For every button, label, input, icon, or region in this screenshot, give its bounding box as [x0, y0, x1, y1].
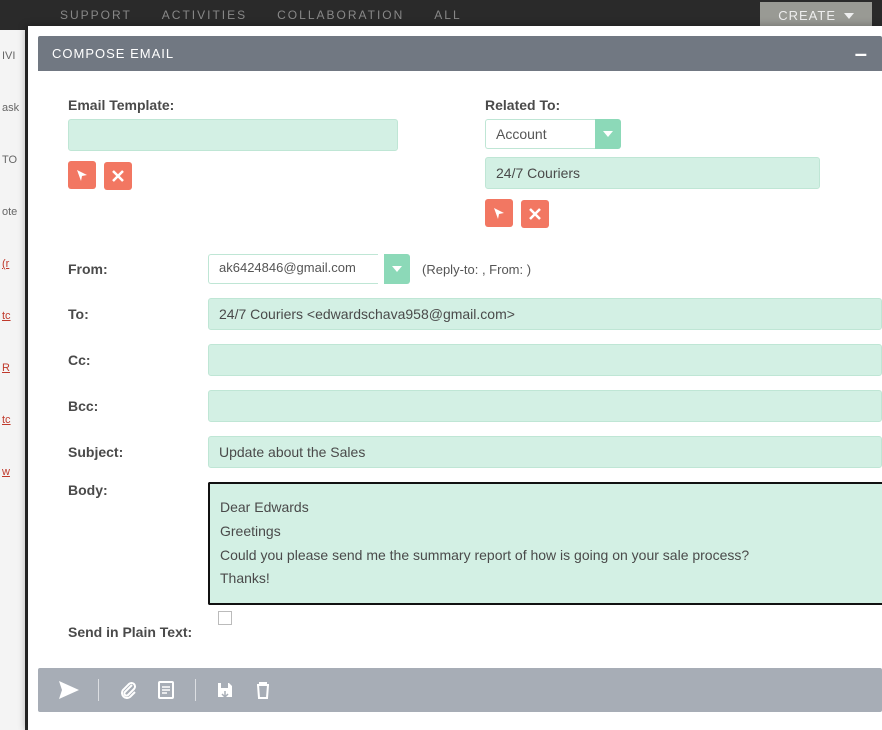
- side-frag: R: [0, 342, 25, 394]
- to-input[interactable]: 24/7 Couriers <edwardschava958@gmail.com…: [208, 298, 882, 330]
- bcc-input[interactable]: [208, 390, 882, 422]
- select-template-button[interactable]: [68, 161, 96, 189]
- reply-from-hint: (Reply-to: , From: ): [422, 262, 531, 277]
- cc-label: Cc:: [68, 352, 208, 368]
- modal-content: Email Template:: [38, 71, 882, 668]
- bcc-label: Bcc:: [68, 398, 208, 414]
- nav-item: ALL: [434, 8, 461, 22]
- trash-icon: [255, 681, 271, 699]
- template-button[interactable]: [149, 674, 183, 706]
- related-type-select[interactable]: Account: [485, 119, 595, 149]
- side-frag: ote: [0, 186, 25, 238]
- nav-item: SUPPORT: [60, 8, 132, 22]
- separator: [195, 679, 196, 701]
- close-icon: [529, 208, 541, 220]
- cursor-icon: [492, 206, 506, 220]
- from-label: From:: [68, 261, 208, 277]
- cc-input[interactable]: [208, 344, 882, 376]
- create-label: CREATE: [778, 8, 836, 23]
- side-frag: (r: [0, 238, 25, 290]
- related-value-input[interactable]: 24/7 Couriers: [485, 157, 820, 189]
- nav-item: COLLABORATION: [277, 8, 404, 22]
- cursor-icon: [75, 168, 89, 182]
- modal-title: COMPOSE EMAIL: [52, 46, 174, 61]
- plaintext-checkbox[interactable]: [218, 611, 232, 625]
- create-button[interactable]: CREATE: [760, 2, 872, 29]
- email-template-label: Email Template:: [68, 97, 465, 113]
- attach-button[interactable]: [111, 674, 145, 706]
- related-to-label: Related To:: [485, 97, 882, 113]
- side-frag: w: [0, 446, 25, 498]
- save-icon: [216, 681, 234, 699]
- send-button[interactable]: [52, 674, 86, 706]
- modal-titlebar: COMPOSE EMAIL –: [38, 36, 882, 71]
- compose-modal: COMPOSE EMAIL – Email Template:: [28, 26, 882, 730]
- subject-label: Subject:: [68, 444, 208, 460]
- subject-input[interactable]: Update about the Sales: [208, 436, 882, 468]
- caret-down-icon: [603, 131, 613, 137]
- select-related-button[interactable]: [485, 199, 513, 227]
- related-type-caret[interactable]: [595, 119, 621, 149]
- save-draft-button[interactable]: [208, 674, 242, 706]
- bg-sidebar: IVI ask TO ote (r tc R tc w: [0, 30, 25, 730]
- to-label: To:: [68, 306, 208, 322]
- email-template-input[interactable]: [68, 119, 398, 151]
- send-icon: [59, 681, 79, 699]
- side-frag: ask: [0, 82, 25, 134]
- body-label: Body:: [68, 482, 208, 498]
- side-frag: tc: [0, 394, 25, 446]
- caret-down-icon: [392, 266, 402, 272]
- close-icon: [112, 170, 124, 182]
- body-textarea[interactable]: Dear Edwards Greetings Could you please …: [208, 482, 882, 605]
- clear-related-button[interactable]: [521, 200, 549, 228]
- from-caret[interactable]: [384, 254, 410, 284]
- caret-down-icon: [844, 13, 854, 19]
- delete-button[interactable]: [246, 674, 280, 706]
- document-icon: [158, 681, 174, 699]
- paperclip-icon: [119, 681, 137, 699]
- separator: [98, 679, 99, 701]
- clear-template-button[interactable]: [104, 162, 132, 190]
- nav-item: ACTIVITIES: [162, 8, 247, 22]
- modal-footer: [38, 668, 882, 712]
- side-frag: IVI: [0, 30, 25, 82]
- side-frag: TO: [0, 134, 25, 186]
- from-select[interactable]: ak6424846@gmail.com: [208, 254, 378, 284]
- side-frag: tc: [0, 290, 25, 342]
- minimize-icon[interactable]: –: [855, 49, 868, 59]
- plaintext-label: Send in Plain Text:: [68, 624, 218, 640]
